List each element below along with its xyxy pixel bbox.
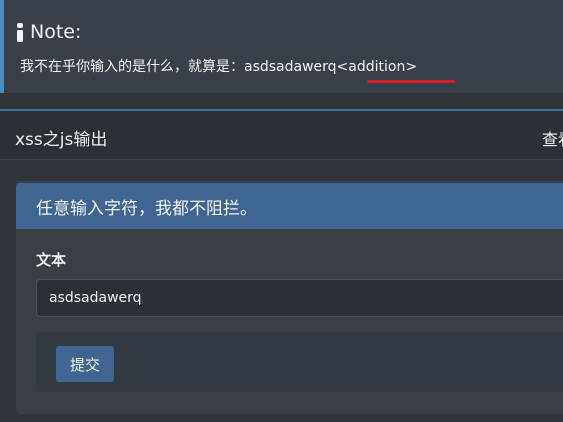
form-actions: 提交 xyxy=(36,332,563,392)
note-text: 我不在乎你输入的是什么，就算是：asdsadawerq<addition> xyxy=(20,59,418,75)
panel-right-link[interactable]: 查看 xyxy=(542,126,563,150)
note-title: Note: xyxy=(16,21,81,43)
form-banner-text: 任意输入字符，我都不阻拦。 xyxy=(36,199,257,219)
panel-title: xss之js输出 xyxy=(15,130,108,150)
info-icon xyxy=(16,22,24,42)
form-card: 任意输入字符，我都不阻拦。 文本 提交 xyxy=(16,181,563,414)
panel-header: xss之js输出 查看 xyxy=(0,111,563,160)
text-input[interactable] xyxy=(36,279,563,317)
note-box: Note: 我不在乎你输入的是什么，就算是：asdsadawerq<additi… xyxy=(0,0,563,93)
form-banner: 任意输入字符，我都不阻拦。 xyxy=(16,183,563,229)
note-title-text: Note: xyxy=(30,21,82,43)
text-field-label: 文本 xyxy=(36,251,67,269)
submit-button[interactable]: 提交 xyxy=(56,346,114,382)
red-underline-annotation xyxy=(367,80,455,83)
